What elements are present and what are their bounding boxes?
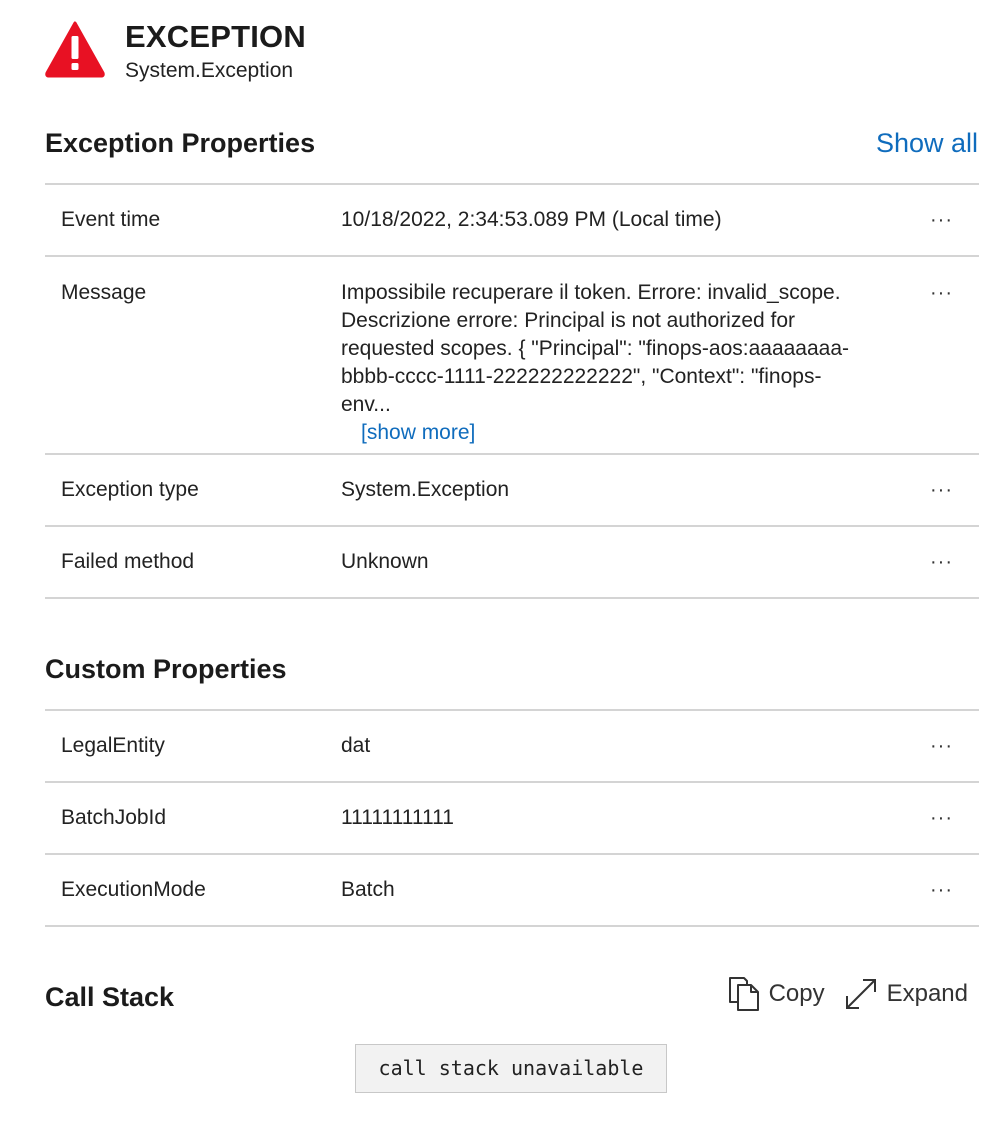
exception-properties-table: Event time 10/18/2022, 2:34:53.089 PM (L… (45, 183, 979, 599)
property-value: System.Exception (341, 478, 510, 501)
call-stack-content: call stack unavailable (355, 1044, 667, 1093)
property-key: Event time (61, 208, 161, 231)
custom-properties-title: Custom Properties (45, 654, 287, 684)
property-key: Message (61, 281, 147, 304)
property-row: Message Impossibile recuperare il token.… (45, 256, 979, 454)
copy-button[interactable]: Copy (727, 976, 825, 1012)
show-all-link[interactable]: Show all (876, 128, 978, 159)
property-row: Exception type System.Exception ··· (45, 454, 979, 526)
exception-properties-title: Exception Properties (45, 128, 316, 158)
exception-header: EXCEPTION System.Exception (44, 18, 306, 86)
exception-subtitle: System.Exception (125, 59, 294, 82)
property-value: dat (341, 734, 371, 757)
more-options-icon[interactable]: ··· (873, 710, 979, 782)
more-options-icon[interactable]: ··· (873, 526, 979, 598)
property-value: Unknown (341, 550, 429, 573)
property-key: BatchJobId (61, 806, 167, 829)
message-value: Impossibile recuperare il token. Errore:… (341, 281, 850, 416)
warning-icon (45, 21, 105, 78)
property-row: BatchJobId 11111111111 ··· (45, 782, 979, 854)
property-value: 10/18/2022, 2:34:53.089 PM (Local time) (341, 208, 722, 231)
expand-button[interactable]: Expand (843, 976, 968, 1012)
more-options-icon[interactable]: ··· (873, 782, 979, 854)
more-options-icon[interactable]: ··· (873, 256, 979, 454)
copy-label: Copy (768, 980, 825, 1007)
call-stack-title: Call Stack (45, 982, 175, 1012)
property-value: Batch (341, 878, 395, 901)
property-key: ExecutionMode (61, 878, 206, 901)
property-row: ExecutionMode Batch ··· (45, 854, 979, 926)
more-options-icon[interactable]: ··· (873, 454, 979, 526)
property-value: 11111111111 (341, 806, 454, 829)
exception-title: EXCEPTION (125, 19, 306, 54)
expand-icon (845, 979, 876, 1009)
copy-icon (728, 977, 759, 1011)
call-stack-actions: Copy Expand (727, 976, 968, 1012)
property-row: LegalEntity dat ··· (45, 710, 979, 782)
property-key: Failed method (61, 550, 195, 573)
more-options-icon[interactable]: ··· (873, 184, 979, 256)
show-more-link[interactable]: [show more] (361, 419, 475, 447)
property-row: Event time 10/18/2022, 2:34:53.089 PM (L… (45, 184, 979, 256)
property-key: LegalEntity (61, 734, 165, 757)
property-row: Failed method Unknown ··· (45, 526, 979, 598)
expand-label: Expand (886, 980, 968, 1007)
custom-properties-table: LegalEntity dat ··· BatchJobId 111111111… (45, 709, 979, 927)
property-key: Exception type (61, 478, 199, 501)
more-options-icon[interactable]: ··· (873, 854, 979, 926)
